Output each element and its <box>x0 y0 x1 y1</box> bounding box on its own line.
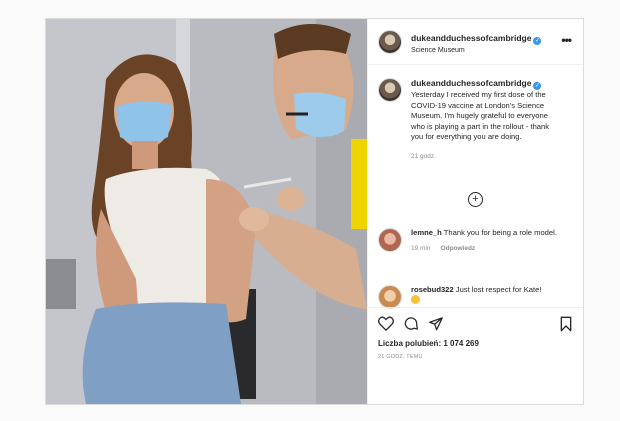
paper-plane-icon[interactable] <box>428 316 444 331</box>
post-caption: dukeandduchessofcambridge ✓ Yesterday I r… <box>368 65 583 163</box>
vaccination-photo <box>46 19 367 404</box>
more-options-icon[interactable]: ••• <box>561 33 572 47</box>
verified-badge-icon: ✓ <box>533 82 542 90</box>
reply-button[interactable]: Odpowiedz <box>441 245 476 252</box>
comment-time[interactable]: 19 min <box>411 245 431 252</box>
caption-text: Yesterday I received my first dose of th… <box>411 90 550 142</box>
heart-icon[interactable] <box>378 316 394 331</box>
post-timestamp[interactable]: 21 GODZ. TEMU <box>378 354 423 360</box>
post-side-panel: dukeandduchessofcambridge ✓ Science Museu… <box>367 19 583 404</box>
post-actions <box>368 307 583 334</box>
comment-username[interactable]: lemne_h <box>411 228 442 237</box>
caption-username[interactable]: dukeandduchessofcambridge <box>411 78 531 88</box>
post-header: dukeandduchessofcambridge ✓ Science Museu… <box>368 19 583 65</box>
plus-circle-icon[interactable]: + <box>468 192 483 207</box>
caption-time[interactable]: 21 godz. <box>411 152 561 163</box>
verified-badge-icon: ✓ <box>533 37 542 46</box>
likes-count[interactable]: Liczba polubień: 1 074 269 <box>378 339 479 348</box>
likes-label: Liczba polubień: <box>378 339 442 348</box>
comment-item: lemne_h Thank you for being a role model… <box>378 228 566 255</box>
post-location[interactable]: Science Museum <box>411 47 541 56</box>
author-avatar[interactable] <box>378 29 402 54</box>
comment-icon[interactable] <box>403 316 419 331</box>
comment-username[interactable]: rosebud322 <box>411 285 454 294</box>
bookmark-icon[interactable] <box>559 316 573 332</box>
comment-item: rosebud322 Just lost respect for Kate! <box>378 285 566 309</box>
instagram-post: dukeandduchessofcambridge ✓ Science Museu… <box>45 18 584 405</box>
comment-avatar[interactable] <box>378 228 402 252</box>
comment-text: Thank you for being a role model. <box>443 228 557 237</box>
likes-number: 1 074 269 <box>443 339 479 348</box>
comment-avatar[interactable] <box>378 285 402 309</box>
post-photo[interactable] <box>46 19 367 404</box>
comment-text: Just lost respect for Kate! <box>455 285 542 294</box>
author-username[interactable]: dukeandduchessofcambridge <box>411 33 531 43</box>
emoji-icon <box>411 295 420 305</box>
caption-avatar[interactable] <box>378 78 402 102</box>
